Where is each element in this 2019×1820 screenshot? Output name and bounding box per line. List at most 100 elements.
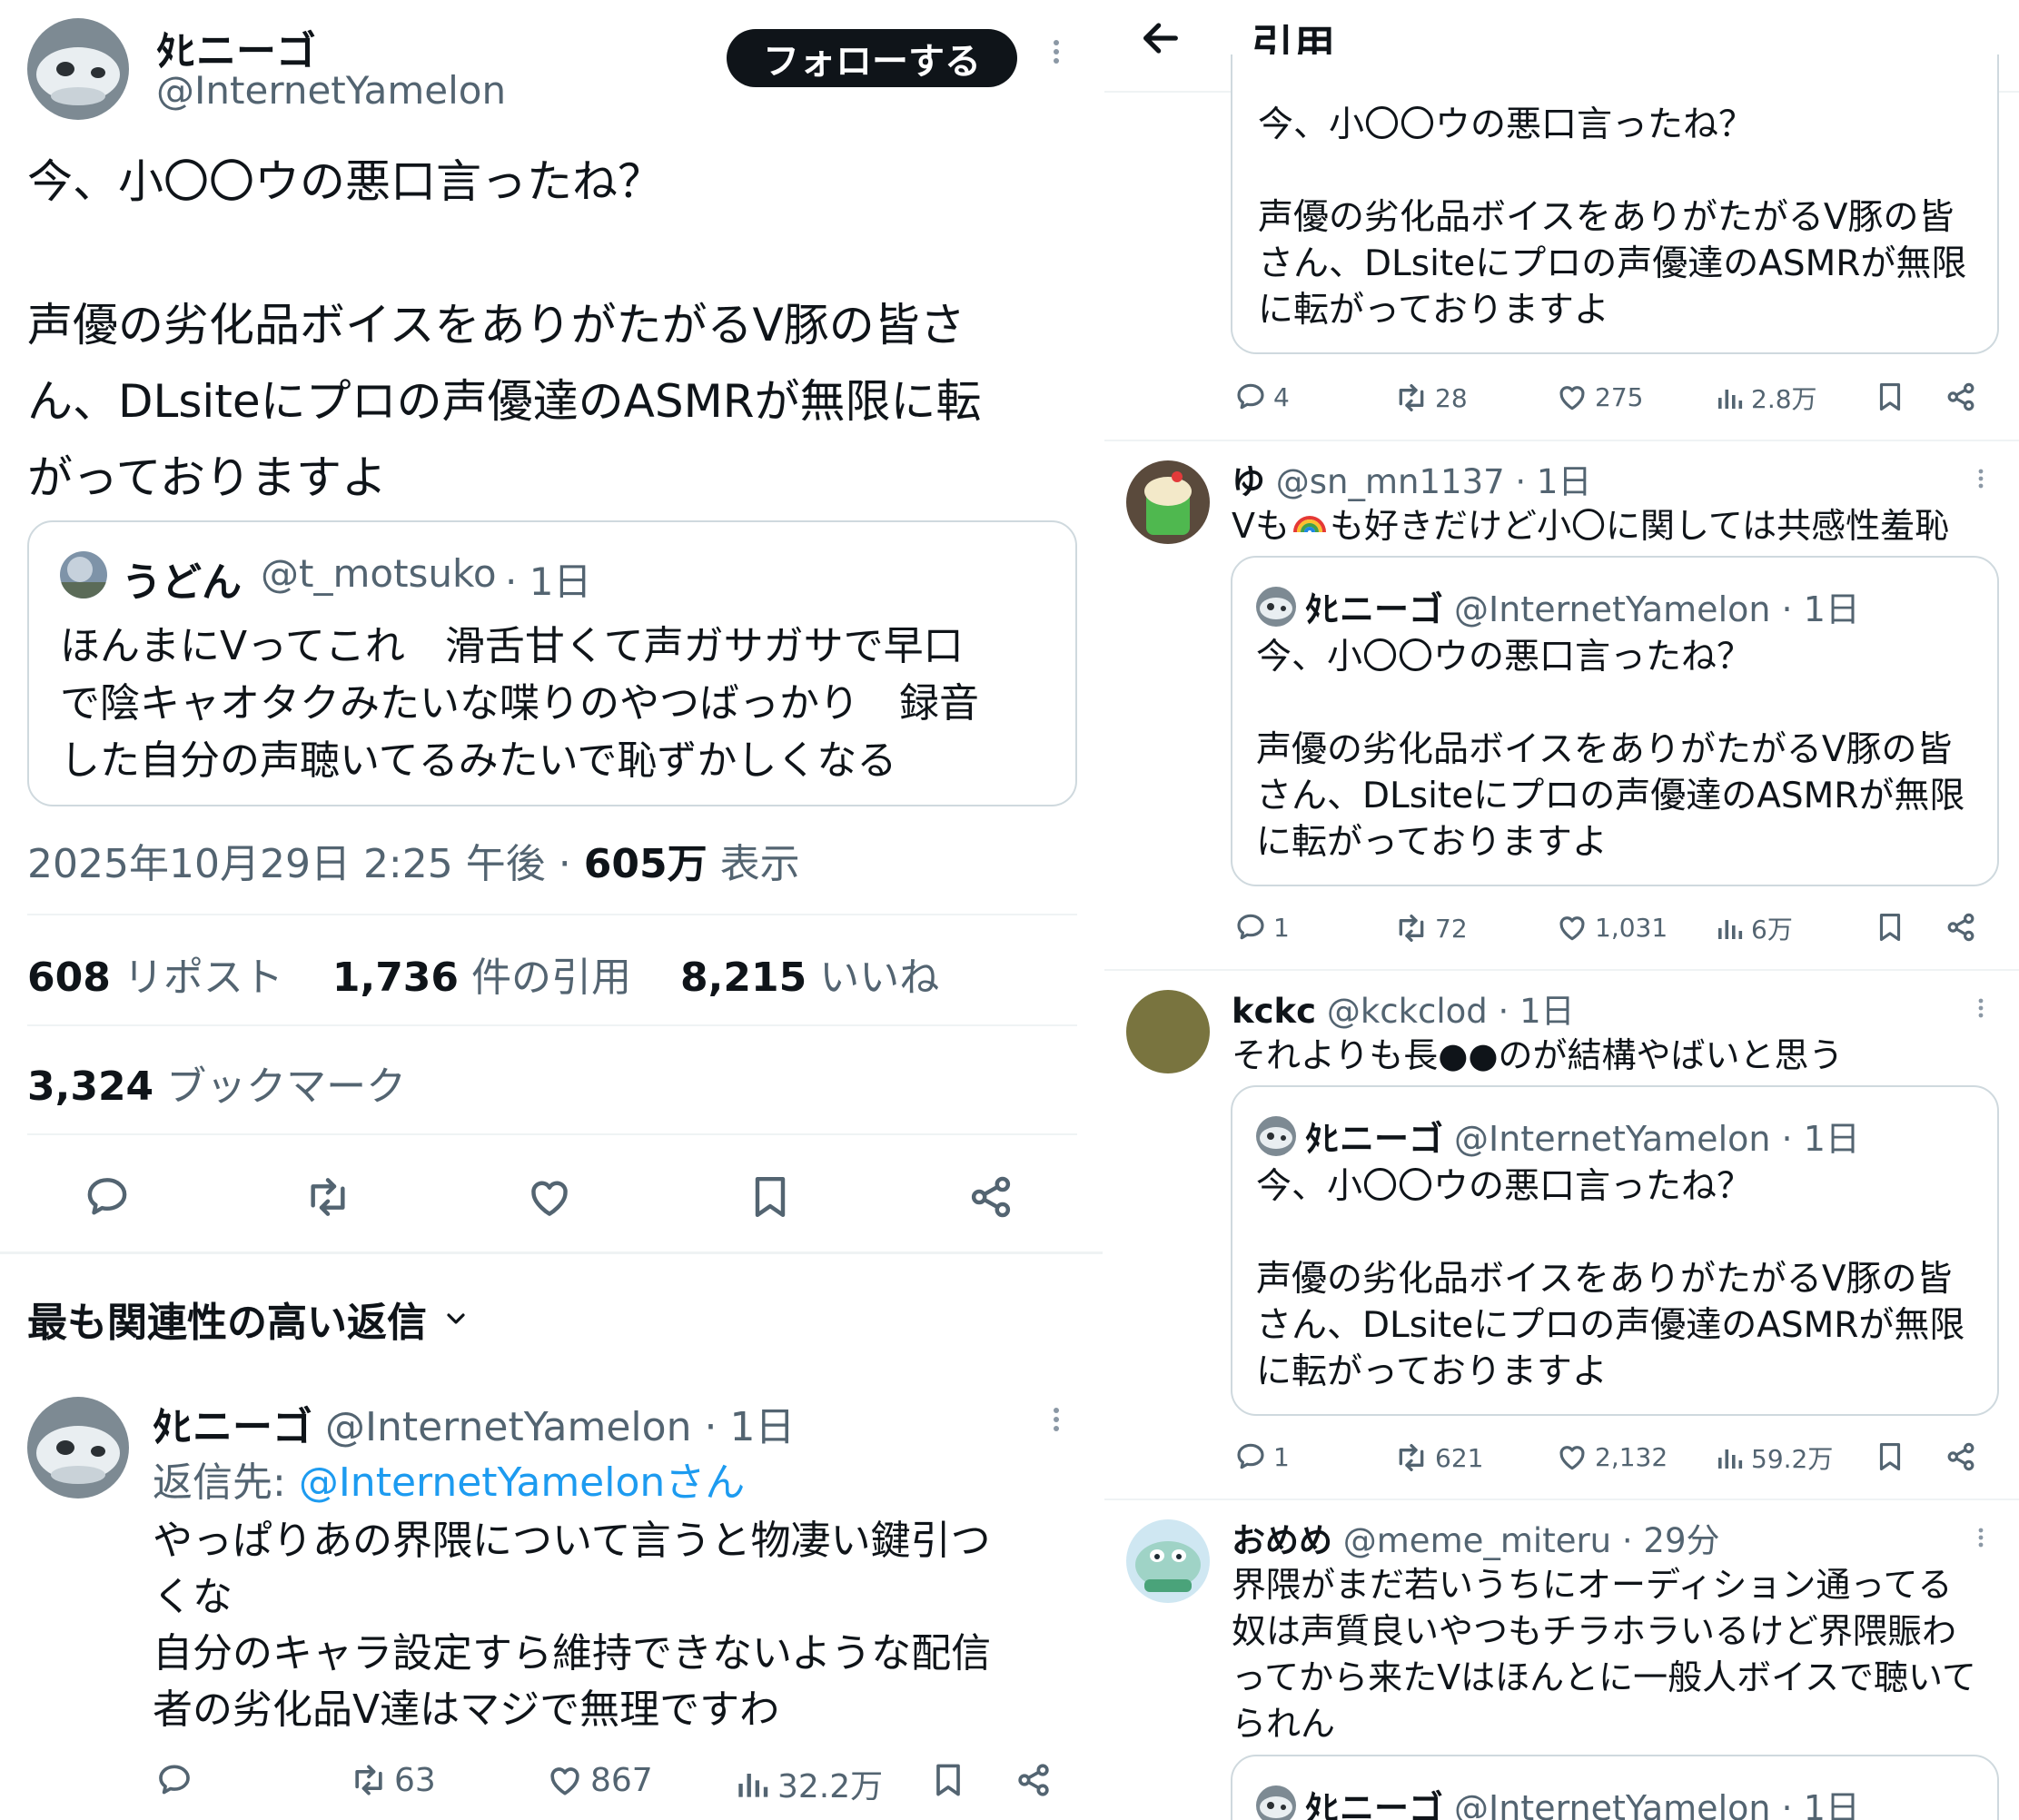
like-stat[interactable]: 275	[1555, 380, 1643, 414]
embedded-author-avatar	[1256, 586, 1296, 627]
reply-icon[interactable]	[82, 1172, 133, 1222]
quote-author-avatar[interactable]	[1126, 1519, 1210, 1603]
like-icon	[1559, 1446, 1585, 1470]
bookmark-icon[interactable]	[1873, 910, 1907, 945]
quote-author-avatar[interactable]	[1126, 990, 1210, 1073]
embedded-tweet-card[interactable]: 今、小〇〇ウの悪口言ったね？ 声優の劣化品ボイスをありがたがるV豚の皆 さん、D…	[1231, 54, 1999, 354]
reply-icon[interactable]	[154, 1760, 194, 1800]
views-icon	[738, 1774, 768, 1797]
reply-to-handle[interactable]: @InternetYamelonさん	[299, 1459, 745, 1506]
reply-icon	[1237, 914, 1264, 940]
embedded-author-handle: @InternetYamelon · 1日	[1454, 1119, 1860, 1159]
share-icon[interactable]	[1944, 1439, 1978, 1474]
retweet-icon	[1399, 915, 1424, 942]
quote-text-post: も好きだけど小〇に関しては共感性羞恥	[1330, 506, 1950, 546]
tweet-text-line4: がっておりますよ	[27, 451, 387, 504]
reply-count: 4	[1273, 381, 1290, 412]
share-icon[interactable]	[1014, 1760, 1054, 1800]
author-handle[interactable]: @InternetYamelon	[156, 68, 506, 113]
quoted-tweet-card[interactable]: うどん @t_motsuko · 1日 ほんまにVってこれ 滑舌甘くて声ガサガサ…	[27, 520, 1077, 806]
share-icon[interactable]	[965, 1172, 1016, 1222]
quote-header: kckc @kckclod · 1日	[1232, 984, 1575, 1033]
likes-label[interactable]: いいね	[819, 955, 939, 1001]
share-icon[interactable]	[1944, 910, 1978, 945]
replies-sort-label: 最も関連性の高い返信	[27, 1300, 427, 1346]
quoted-text-line1: ほんまにVってこれ 滑舌甘くて声ガサガサで早口	[60, 623, 964, 669]
like-icon[interactable]	[524, 1172, 575, 1222]
bookmark-icon[interactable]	[745, 1172, 796, 1222]
reply-stat[interactable]: 1	[1233, 910, 1290, 945]
replies-sort-header[interactable]: 最も関連性の高い返信	[27, 1290, 470, 1348]
bookmarks-count: 3,324	[27, 1063, 154, 1110]
reply-author-handle[interactable]: @InternetYamelon	[325, 1404, 691, 1450]
more-options-icon[interactable]	[1052, 1404, 1061, 1435]
back-arrow-icon[interactable]	[1135, 13, 1186, 64]
reply-like-stat[interactable]: 867	[545, 1760, 653, 1800]
more-options-icon[interactable]	[1977, 995, 1984, 1020]
embedded-text-line1: 今、小〇〇ウの悪口言ったね？	[1256, 1166, 1753, 1207]
more-options-icon[interactable]	[1052, 36, 1061, 67]
reply-retweet-stat[interactable]: 63	[349, 1760, 436, 1800]
quote-text-line1: それよりも長●●のが結構やばいと思う	[1232, 1035, 1844, 1075]
author-avatar[interactable]	[27, 18, 129, 120]
quote-author-name[interactable]: ゆ	[1232, 462, 1265, 501]
views-icon	[1718, 1449, 1743, 1469]
divider	[1104, 969, 2019, 971]
like-stat[interactable]: 1,031	[1555, 910, 1668, 945]
bookmark-icon[interactable]	[928, 1760, 968, 1800]
embedded-tweet-card[interactable]: ﾀﾋニーゴ @InternetYamelon · 1日 今、小〇〇ウの悪口言った…	[1231, 556, 1999, 886]
bookmarks-label: ブックマーク	[166, 1063, 407, 1110]
reply-author-name[interactable]: ﾀﾋニーゴ	[153, 1404, 312, 1450]
quote-author-handle[interactable]: @meme_miteru · 29分	[1343, 1521, 1720, 1560]
retweet-stat[interactable]: 621	[1393, 1439, 1483, 1476]
views-stat[interactable]: 2.8万	[1713, 380, 1817, 416]
views-count: 605万	[583, 841, 708, 887]
reply-author-avatar[interactable]	[27, 1397, 129, 1499]
retweet-count: 28	[1435, 382, 1468, 413]
reply-time: · 1日	[704, 1404, 796, 1450]
quote-author-name[interactable]: kckc	[1232, 992, 1316, 1031]
quotes-count[interactable]: 1,736	[332, 955, 459, 1001]
embedded-text-line1: 今、小〇〇ウの悪口言ったね？	[1256, 637, 1753, 678]
quote-author-handle[interactable]: @sn_mn1137 · 1日	[1276, 462, 1592, 501]
quoted-time: · 1日	[505, 559, 592, 604]
tweet-timestamp[interactable]: 2025年10月29日 2:25 午後 ·	[27, 841, 571, 887]
reply-views-stat[interactable]: 32.2万	[732, 1760, 883, 1807]
quote-author-name[interactable]: おめめ	[1232, 1521, 1332, 1560]
follow-button[interactable]: フォローする	[727, 29, 1017, 87]
retweet-icon	[1399, 1444, 1424, 1471]
embedded-author-name: ﾀﾋニーゴ	[1305, 589, 1444, 629]
share-icon[interactable]	[1944, 380, 1978, 414]
retweet-count: 621	[1435, 1442, 1484, 1473]
embedded-tweet-card[interactable]: ﾀﾋニーゴ @InternetYamelon · 1日	[1231, 1755, 1999, 1820]
retweet-stat[interactable]: 28	[1393, 380, 1468, 416]
like-stat[interactable]: 2,132	[1555, 1439, 1668, 1474]
quote-author-avatar[interactable]	[1126, 460, 1210, 544]
engagement-counts: 608 リポスト 1,736 件の引用 8,215 いいね	[27, 945, 939, 1003]
like-icon	[1559, 386, 1585, 410]
quote-text-pre: Vも	[1232, 506, 1290, 546]
quote-text-line1: 界隈がまだ若いうちにオーディション通ってる	[1232, 1565, 1953, 1605]
more-options-icon[interactable]	[1977, 466, 1984, 490]
reply-text-line1: やっぱりあの界隈について言うと物凄い鍵引つ	[153, 1518, 991, 1564]
more-options-icon[interactable]	[1977, 1525, 1984, 1549]
reply-icon	[1237, 383, 1264, 410]
views-stat[interactable]: 6万	[1713, 910, 1793, 946]
embedded-tweet-card[interactable]: ﾀﾋニーゴ @InternetYamelon · 1日 今、小〇〇ウの悪口言った…	[1231, 1085, 1999, 1416]
quote-author-handle[interactable]: @kckclod · 1日	[1327, 992, 1575, 1031]
bookmark-icon[interactable]	[1873, 1439, 1907, 1474]
quoted-text-line3: した自分の声聴いてるみたいで恥ずかしくなる	[60, 737, 897, 784]
embedded-header: ﾀﾋニーゴ @InternetYamelon · 1日	[1256, 1111, 1860, 1161]
reply-stat[interactable]: 4	[1233, 380, 1290, 414]
retweet-icon[interactable]	[302, 1172, 353, 1222]
reply-count: 1	[1273, 1441, 1290, 1472]
views-stat[interactable]: 59.2万	[1713, 1439, 1833, 1476]
reposts-label[interactable]: リポスト	[124, 955, 283, 1001]
views-count: 59.2万	[1751, 1444, 1834, 1474]
quotes-label[interactable]: 件の引用	[471, 955, 631, 1001]
reply-stat[interactable]: 1	[1233, 1439, 1290, 1474]
retweet-stat[interactable]: 72	[1393, 910, 1468, 946]
bookmark-icon[interactable]	[1873, 380, 1907, 414]
reposts-count[interactable]: 608	[27, 955, 111, 1001]
likes-count[interactable]: 8,215	[680, 955, 807, 1001]
